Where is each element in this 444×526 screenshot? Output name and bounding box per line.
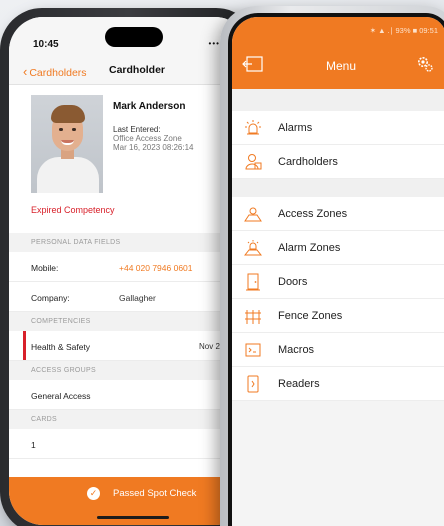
page-title: Cardholder [109, 64, 166, 76]
access-zone-icon [244, 207, 262, 222]
check-circle-icon: ✓ [87, 487, 100, 500]
company-label: Company: [31, 293, 70, 303]
macro-icon [245, 343, 261, 357]
cardholder-details: PERSONAL DATA FIELDS Mobile: +44 020 794… [9, 233, 249, 459]
logout-icon[interactable] [242, 55, 264, 73]
menu-list: Alarms Cardholders Access Zones Alarm Zo… [232, 89, 444, 526]
cardholder-name: Mark Anderson [113, 101, 186, 112]
menu-item-label: Cardholders [278, 156, 338, 168]
passed-spot-check-label: Passed Spot Check [113, 488, 197, 499]
mobile-label: Mobile: [31, 263, 59, 273]
section-cards: CARDS [9, 410, 249, 429]
menu-item-macros[interactable]: Macros [232, 333, 444, 367]
settings-gear-icon[interactable] [416, 55, 434, 73]
menu-item-label: Alarm Zones [278, 242, 341, 254]
chevron-left-icon: ‹ [23, 64, 28, 79]
last-entered-label: Last Entered: [113, 125, 161, 134]
company-row: Company: Gallagher [9, 282, 249, 312]
company-value: Gallagher [119, 293, 156, 303]
cardholder-profile: Mark Anderson Last Entered: Office Acces… [9, 87, 249, 233]
menu-item-alarms[interactable]: Alarms [232, 111, 444, 145]
section-competencies: COMPETENCIES [9, 312, 249, 331]
passed-spot-check-button[interactable]: ✓ Passed Spot Check [9, 477, 249, 525]
android-status-bar: ✶ ▲ .∣ 93% ■ 09:51 [369, 26, 438, 35]
alarm-zone-icon [244, 240, 262, 256]
mobile-value[interactable]: +44 020 7946 0601 [119, 263, 193, 273]
menu-item-alarm-zones[interactable]: Alarm Zones [232, 231, 444, 265]
section-personal-data: PERSONAL DATA FIELDS [9, 233, 249, 252]
android-device: ✶ ▲ .∣ 93% ■ 09:51 Menu Alarms Cardholde… [220, 6, 444, 526]
section-access-groups: ACCESS GROUPS [9, 361, 249, 380]
competency-row[interactable]: Health & Safety Nov 27,2 [9, 331, 249, 361]
cardholder-photo [31, 95, 103, 193]
menu-item-label: Macros [278, 344, 315, 356]
status-time: 10:45 [33, 39, 59, 50]
iphone-screen: 10:45 ••• ■ ‹ Cardholders Cardholder Mark… [9, 17, 249, 525]
menu-header: ✶ ▲ .∣ 93% ■ 09:51 Menu [232, 17, 444, 89]
competency-name: Health & Safety [31, 342, 91, 352]
menu-item-label: Fence Zones [278, 310, 343, 322]
door-icon [246, 273, 260, 291]
card-row[interactable]: 1 [9, 429, 249, 459]
menu-item-label: Doors [278, 276, 308, 288]
back-button-label: Cardholders [29, 67, 87, 79]
android-screen: ✶ ▲ .∣ 93% ■ 09:51 Menu Alarms Cardholde… [232, 17, 444, 526]
last-entered-date: Mar 16, 2023 08:26:14 [113, 143, 194, 152]
ios-status-bar: 10:45 ••• ■ [9, 17, 249, 57]
home-indicator [97, 516, 169, 519]
back-button[interactable]: ‹ Cardholders [23, 64, 87, 79]
menu-item-label: Access Zones [278, 208, 348, 220]
menu-item-doors[interactable]: Doors [232, 265, 444, 299]
reader-icon [247, 375, 259, 393]
menu-item-fence-zones[interactable]: Fence Zones [232, 299, 444, 333]
ios-navigation-bar: ‹ Cardholders Cardholder [9, 57, 249, 85]
fence-zone-icon [245, 310, 261, 324]
menu-title: Menu [326, 59, 357, 73]
android-bezel: ✶ ▲ .∣ 93% ■ 09:51 Menu Alarms Cardholde… [228, 13, 444, 526]
menu-item-cardholders[interactable]: Cardholders [232, 145, 444, 179]
menu-item-label: Readers [278, 378, 320, 390]
menu-item-readers[interactable]: Readers [232, 367, 444, 401]
menu-item-access-zones[interactable]: Access Zones [232, 197, 444, 231]
cardholder-icon [245, 154, 262, 170]
last-entered-zone: Office Access Zone [113, 134, 182, 143]
access-group-row[interactable]: General Access [9, 380, 249, 410]
access-group-name: General Access [31, 391, 91, 401]
status-badge: Expired Competency [31, 205, 115, 215]
mobile-row[interactable]: Mobile: +44 020 7946 0601 [9, 252, 249, 282]
camera-notch [105, 27, 163, 47]
menu-item-label: Alarms [278, 122, 313, 134]
alarm-icon [245, 120, 261, 135]
card-number: 1 [31, 440, 36, 450]
